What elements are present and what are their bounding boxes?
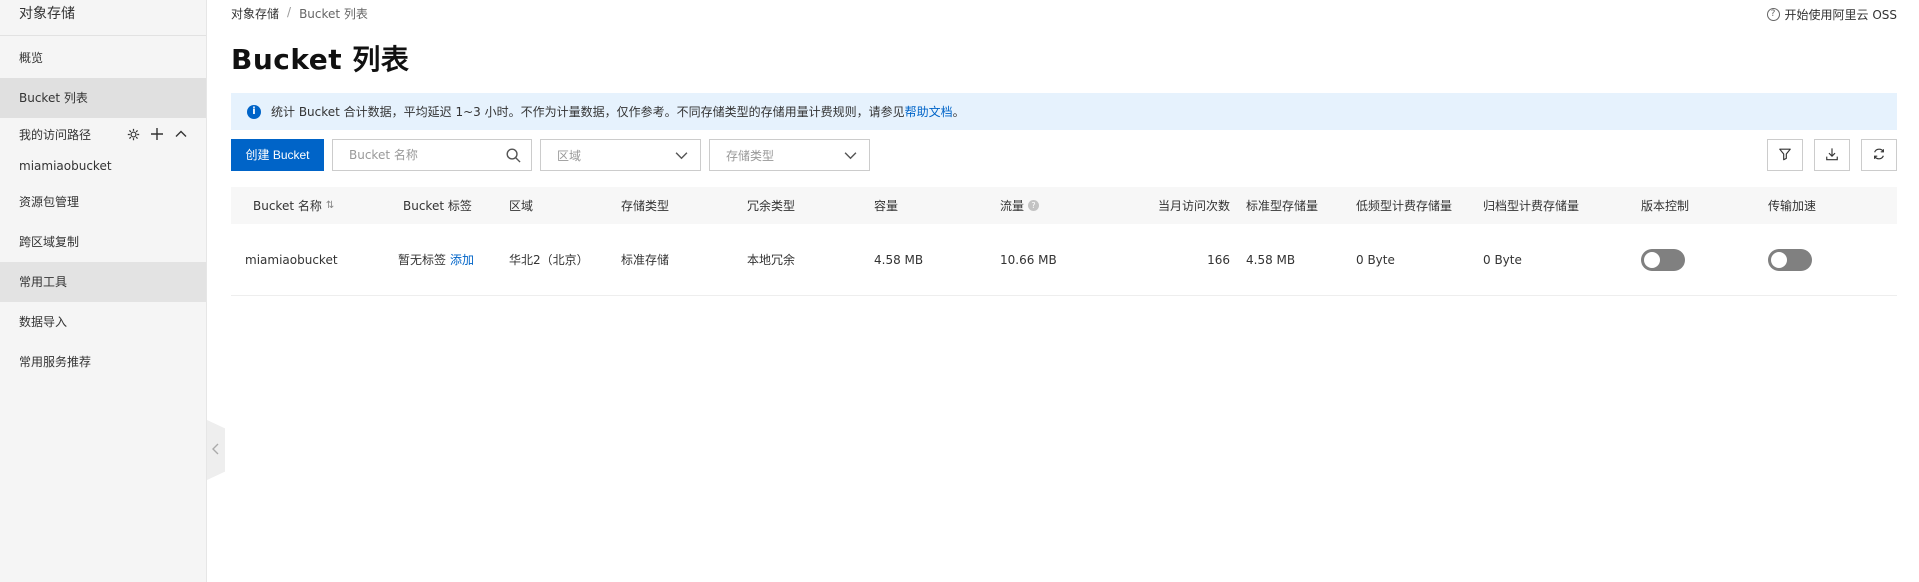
versioning-toggle[interactable] — [1641, 248, 1685, 271]
sidebar-item-resource-packages[interactable]: 资源包管理 — [0, 182, 206, 222]
filter-button[interactable] — [1767, 139, 1803, 171]
archive-storage-cell: 0 Byte — [1483, 252, 1522, 267]
chevron-down-icon — [675, 149, 688, 165]
table-row: miamiaobucket 暂无标签 添加 华北2（北京） 标准存储 本地冗余 4… — [231, 224, 1897, 296]
col-archive-storage: 归档型计费存储量 — [1483, 199, 1580, 213]
col-bucket-tag: Bucket 标签 — [403, 199, 472, 213]
bucket-search-input[interactable] — [349, 148, 499, 162]
plus-icon[interactable] — [150, 127, 164, 141]
refresh-icon — [1872, 147, 1886, 164]
storage-type-select-placeholder: 存储类型 — [726, 148, 775, 163]
download-icon — [1825, 147, 1839, 164]
bucket-search — [332, 139, 532, 171]
col-region: 区域 — [509, 199, 534, 213]
traffic-cell: 10.66 MB — [1000, 252, 1057, 267]
getting-started-link[interactable]: ? 开始使用阿里云 OSS — [1766, 6, 1898, 23]
sidebar-item-common-tools[interactable]: 常用工具 — [0, 262, 206, 302]
col-redundancy: 冗余类型 — [747, 199, 796, 213]
col-ia-storage: 低频型计费存储量 — [1356, 199, 1453, 213]
access-path-bucket[interactable]: miamiaobucket — [0, 150, 206, 182]
search-icon[interactable] — [506, 148, 521, 166]
col-traffic: 流量 ? — [1000, 197, 1100, 214]
help-doc-link[interactable]: 帮助文档 — [905, 103, 953, 120]
add-tag-link[interactable]: 添加 — [450, 253, 474, 267]
breadcrumb: 对象存储 / Bucket 列表 — [231, 5, 368, 22]
download-button[interactable] — [1814, 139, 1850, 171]
toggle-knob — [1644, 251, 1660, 268]
notice-end: 。 — [952, 105, 965, 119]
sidebar-item-recommended-services[interactable]: 常用服务推荐 — [0, 342, 206, 382]
filter-icon — [1778, 147, 1792, 164]
acceleration-toggle[interactable] — [1768, 248, 1812, 271]
chevron-down-icon — [844, 149, 857, 165]
chevron-left-icon — [212, 443, 220, 458]
access-path-section: 我的访问路径 — [0, 118, 206, 150]
sidebar-item-bucket-list[interactable]: Bucket 列表 — [0, 78, 206, 118]
redundancy-cell: 本地冗余 — [747, 253, 796, 267]
region-cell: 华北2（北京） — [509, 253, 589, 267]
breadcrumb-root[interactable]: 对象存储 — [231, 5, 279, 22]
col-bucket-name-label: Bucket 名称 — [253, 199, 322, 213]
main-content: 对象存储 / Bucket 列表 ? 开始使用阿里云 OSS Bucket 列表… — [231, 0, 1897, 582]
col-capacity: 容量 — [874, 199, 899, 213]
toolbar: 创建 Bucket 区域 存储类型 — [231, 139, 1897, 171]
gear-icon[interactable] — [126, 127, 140, 141]
col-monthly-visits: 当月访问次数 — [1157, 199, 1230, 213]
col-acceleration: 传输加速 — [1768, 199, 1817, 213]
bucket-tag-cell: 暂无标签 添加 — [378, 251, 495, 268]
versioning-cell — [1641, 248, 1768, 271]
table-header: Bucket 名称 ⇅ Bucket 标签 区域 存储类型 冗余类型 容量 流量… — [231, 187, 1897, 224]
region-select-placeholder: 区域 — [557, 148, 582, 163]
sidebar: 对象存储 概览 Bucket 列表 我的访问路径 miamiaobucket 资… — [0, 0, 207, 582]
region-select[interactable]: 区域 — [540, 139, 701, 171]
acceleration-cell — [1768, 248, 1848, 271]
info-notice: i 统计 Bucket 合计数据，平均延迟 1~3 小时。不作为计量数据，仅作参… — [231, 93, 1897, 130]
capacity-cell: 4.58 MB — [874, 252, 924, 267]
standard-storage-cell: 4.58 MB — [1246, 252, 1296, 267]
access-path-label: 我的访问路径 — [19, 127, 92, 142]
toggle-knob — [1771, 251, 1787, 268]
refresh-button[interactable] — [1861, 139, 1897, 171]
storage-type-select[interactable]: 存储类型 — [709, 139, 870, 171]
sidebar-collapse-handle[interactable] — [207, 420, 225, 480]
bucket-name-link[interactable]: miamiaobucket — [231, 253, 378, 267]
col-storage-type: 存储类型 — [621, 199, 670, 213]
col-versioning: 版本控制 — [1641, 199, 1690, 213]
info-icon: i — [247, 104, 261, 119]
bucket-tag-empty: 暂无标签 — [398, 253, 447, 267]
col-standard-storage: 标准型存储量 — [1246, 199, 1319, 213]
create-bucket-button[interactable]: 创建 Bucket — [231, 139, 324, 171]
sort-icon[interactable]: ⇅ — [326, 200, 334, 211]
bucket-table: Bucket 名称 ⇅ Bucket 标签 区域 存储类型 冗余类型 容量 流量… — [231, 187, 1897, 296]
chevron-up-icon[interactable] — [174, 127, 188, 141]
storage-type-cell: 标准存储 — [621, 253, 670, 267]
breadcrumb-separator: / — [287, 5, 292, 19]
question-icon[interactable]: ? — [1028, 200, 1040, 211]
ia-storage-cell: 0 Byte — [1356, 252, 1395, 267]
sidebar-title: 对象存储 — [0, 0, 206, 36]
question-circle-icon: ? — [1766, 8, 1780, 21]
sidebar-item-overview[interactable]: 概览 — [0, 38, 206, 78]
sidebar-item-data-import[interactable]: 数据导入 — [0, 302, 206, 342]
breadcrumb-current: Bucket 列表 — [299, 7, 368, 21]
page-title: Bucket 列表 — [231, 43, 410, 76]
getting-started-label: 开始使用阿里云 OSS — [1784, 8, 1898, 22]
col-traffic-label: 流量 — [1000, 199, 1025, 213]
sidebar-item-cross-region-replication[interactable]: 跨区域复制 — [0, 222, 206, 262]
col-bucket-name[interactable]: Bucket 名称 ⇅ — [231, 197, 378, 214]
visits-cell: 166 — [1207, 252, 1230, 267]
notice-text: 统计 Bucket 合计数据，平均延迟 1~3 小时。不作为计量数据，仅作参考。… — [271, 105, 905, 119]
